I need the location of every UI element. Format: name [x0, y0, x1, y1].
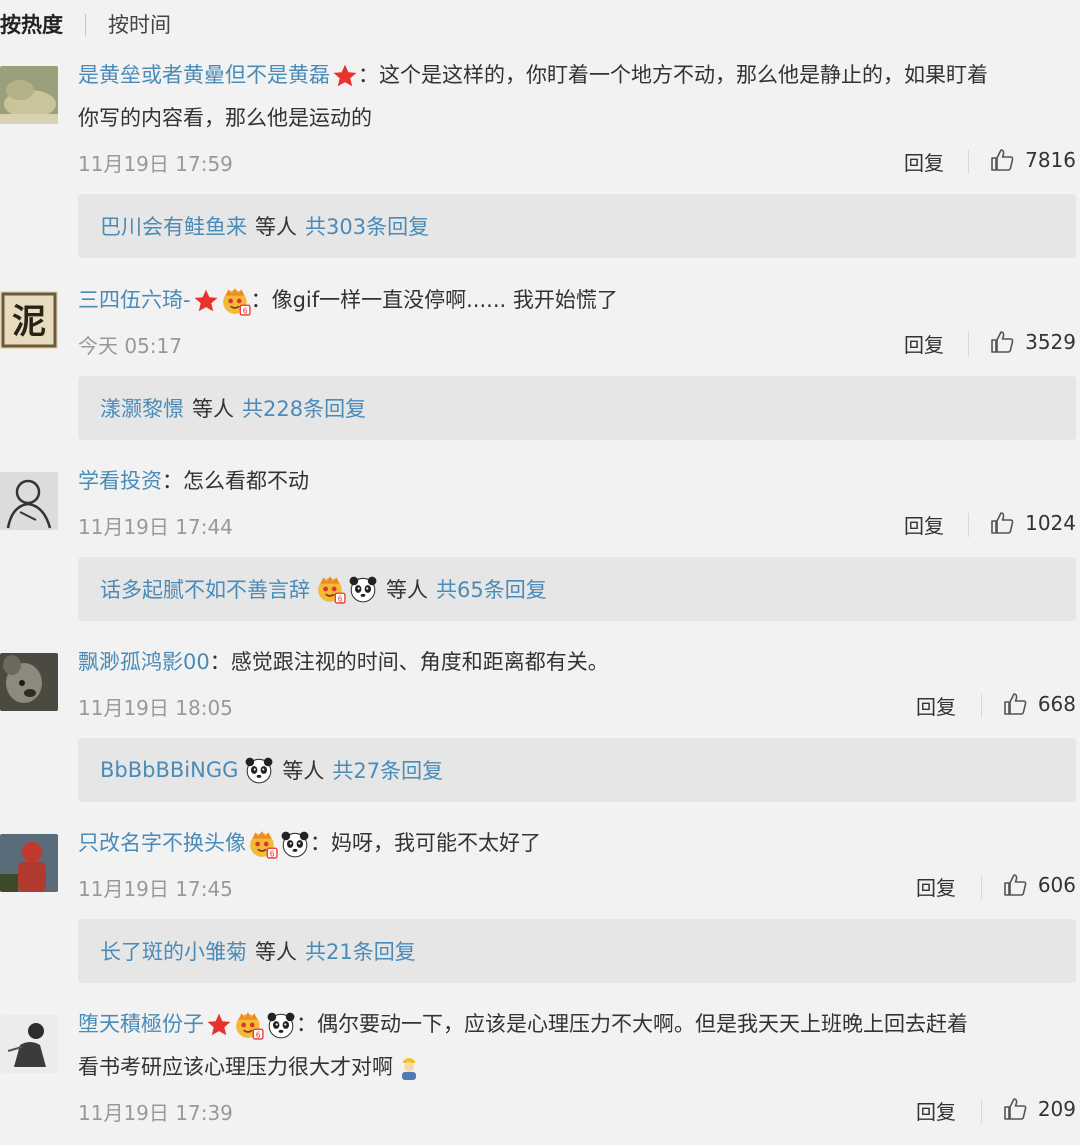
comment-time: 11月19日 17:39 — [78, 1101, 233, 1125]
reply-button[interactable]: 回复 — [916, 1096, 956, 1125]
comment-username[interactable]: 三四伍六琦- — [78, 288, 191, 312]
comment-text-continued: 看书考研应该心理压力很大才对啊 — [78, 1055, 393, 1079]
meta-divider — [968, 150, 969, 174]
thumbs-up-icon — [1002, 691, 1028, 717]
comment-meta: 11月19日 17:45 回复 606 — [78, 865, 1076, 905]
avatar[interactable] — [0, 66, 58, 124]
reply-users[interactable]: 长了斑的小雏菊 — [100, 936, 247, 966]
like-button[interactable]: 606 — [1002, 872, 1076, 898]
meta-divider — [968, 513, 969, 537]
replies-summary[interactable]: 话多起腻不如不善言辞 等人 共65条回复 — [78, 557, 1076, 621]
reply-count-link[interactable]: 共65条回复 — [436, 574, 547, 604]
replies-summary[interactable]: 长了斑的小雏菊 等人 共21条回复 — [78, 919, 1076, 983]
avatar[interactable] — [0, 1015, 58, 1073]
avatar[interactable]: 泥 — [0, 291, 58, 349]
thumbs-up-icon — [989, 510, 1015, 536]
panda-icon — [280, 829, 310, 859]
like-count: 668 — [1037, 692, 1076, 716]
reply-count-link[interactable]: 共21条回复 — [305, 936, 416, 966]
comment-meta: 11月19日 17:59 回复 7816 — [78, 140, 1076, 180]
comment-time: 11月19日 17:44 — [78, 515, 233, 539]
reply-etc: 等人 — [192, 397, 234, 421]
like-count: 1024 — [1025, 511, 1076, 535]
comment-meta: 11月19日 18:05 回复 668 — [78, 684, 1076, 724]
comment-username[interactable]: 飘渺孤鸿影00 — [78, 650, 210, 674]
comment-meta: 11月19日 17:39 回复 209 — [78, 1089, 1076, 1129]
avatar[interactable] — [0, 834, 58, 892]
meta-divider — [981, 875, 982, 899]
comment-text: ：像gif一样一直没停啊...... 我开始慌了 — [250, 288, 618, 312]
sort-divider — [85, 14, 86, 36]
meta-divider — [968, 332, 969, 356]
reply-button[interactable]: 回复 — [904, 147, 944, 176]
thumbs-up-icon — [989, 147, 1015, 173]
reply-etc: 等人 — [282, 759, 325, 783]
thumbs-up-icon — [1002, 872, 1028, 898]
comment-username[interactable]: 堕天積極份子 — [78, 1012, 204, 1036]
reply-etc: 等人 — [255, 940, 297, 964]
comment-text: ：怎么看都不动 — [162, 469, 309, 493]
comment-time: 11月19日 17:59 — [78, 152, 233, 176]
reply-etc: 等人 — [255, 215, 297, 239]
reply-count-link[interactable]: 共303条回复 — [305, 211, 429, 241]
sort-by-time-tab[interactable]: 按时间 — [108, 9, 171, 39]
reply-users[interactable]: 话多起腻不如不善言辞 — [100, 574, 310, 604]
like-button[interactable]: 668 — [1002, 691, 1076, 717]
meta-divider — [981, 1099, 982, 1123]
reply-count-link[interactable]: 共27条回复 — [332, 755, 443, 785]
comment-time: 11月19日 18:05 — [78, 696, 233, 720]
panda-icon — [266, 1010, 296, 1040]
comment-text-continued: 你写的内容看，那么他是运动的 — [78, 106, 372, 130]
reply-button[interactable]: 回复 — [916, 872, 956, 901]
thumbs-up-icon — [989, 329, 1015, 355]
reply-users[interactable]: 巴川会有鲑鱼来 — [100, 211, 247, 241]
like-button[interactable]: 7816 — [989, 147, 1076, 173]
reply-users[interactable]: 漾灏黎憬 — [100, 393, 184, 423]
comment-text: ：这个是这样的，你盯着一个地方不动，那么他是静止的，如果盯着 — [358, 63, 988, 87]
vip-face-icon — [248, 829, 278, 859]
star-icon — [332, 63, 358, 89]
reply-etc: 等人 — [386, 578, 428, 602]
vip-face-icon — [221, 286, 251, 316]
like-count: 7816 — [1025, 148, 1076, 172]
reply-button[interactable]: 回复 — [916, 691, 956, 720]
comment-time: 11月19日 17:45 — [78, 877, 233, 901]
avatar[interactable] — [0, 653, 58, 711]
like-button[interactable]: 3529 — [989, 329, 1076, 355]
worker-emoji-icon — [395, 1054, 423, 1082]
thumbs-up-icon — [1002, 1096, 1028, 1122]
comment-text: ：感觉跟注视的时间、角度和距离都有关。 — [209, 650, 609, 674]
vip-face-icon — [234, 1010, 264, 1040]
sort-by-hot-tab[interactable]: 按热度 — [0, 9, 63, 39]
comment-time: 今天 05:17 — [78, 334, 182, 358]
like-count: 606 — [1037, 873, 1076, 897]
comment-text: ：妈呀，我可能不太好了 — [310, 831, 541, 855]
replies-summary[interactable]: BbBbBBiNGG 等人 共27条回复 — [78, 738, 1076, 802]
like-count: 3529 — [1025, 330, 1076, 354]
avatar[interactable] — [0, 472, 58, 530]
like-count: 209 — [1037, 1097, 1076, 1121]
like-button[interactable]: 209 — [1002, 1096, 1076, 1122]
replies-summary[interactable]: 巴川会有鲑鱼来 等人 共303条回复 — [78, 194, 1076, 258]
reply-count-link[interactable]: 共228条回复 — [242, 393, 366, 423]
vip-face-icon — [316, 574, 346, 604]
panda-icon — [348, 574, 378, 604]
reply-users[interactable]: BbBbBBiNGG — [100, 758, 238, 782]
panda-icon — [244, 755, 274, 785]
comment-meta: 今天 05:17 回复 3529 — [78, 322, 1076, 362]
replies-summary[interactable]: 漾灏黎憬 等人 共228条回复 — [78, 376, 1076, 440]
like-button[interactable]: 1024 — [989, 510, 1076, 536]
comment-text: ：偶尔要动一下，应该是心理压力不大啊。但是我天天上班晚上回去赶着 — [296, 1012, 968, 1036]
star-icon — [193, 288, 219, 314]
reply-button[interactable]: 回复 — [904, 510, 944, 539]
sort-bar: 按热度 按时间 — [0, 0, 1080, 50]
meta-divider — [981, 694, 982, 718]
comment-meta: 11月19日 17:44 回复 1024 — [78, 503, 1076, 543]
comment-username[interactable]: 学看投资 — [78, 469, 162, 493]
svg-text:泥: 泥 — [12, 302, 46, 342]
star-icon — [206, 1012, 232, 1038]
comment-username[interactable]: 是黄垒或者黄曐但不是黄磊 — [78, 63, 330, 87]
reply-button[interactable]: 回复 — [904, 329, 944, 358]
comment-username[interactable]: 只改名字不换头像 — [78, 831, 246, 855]
